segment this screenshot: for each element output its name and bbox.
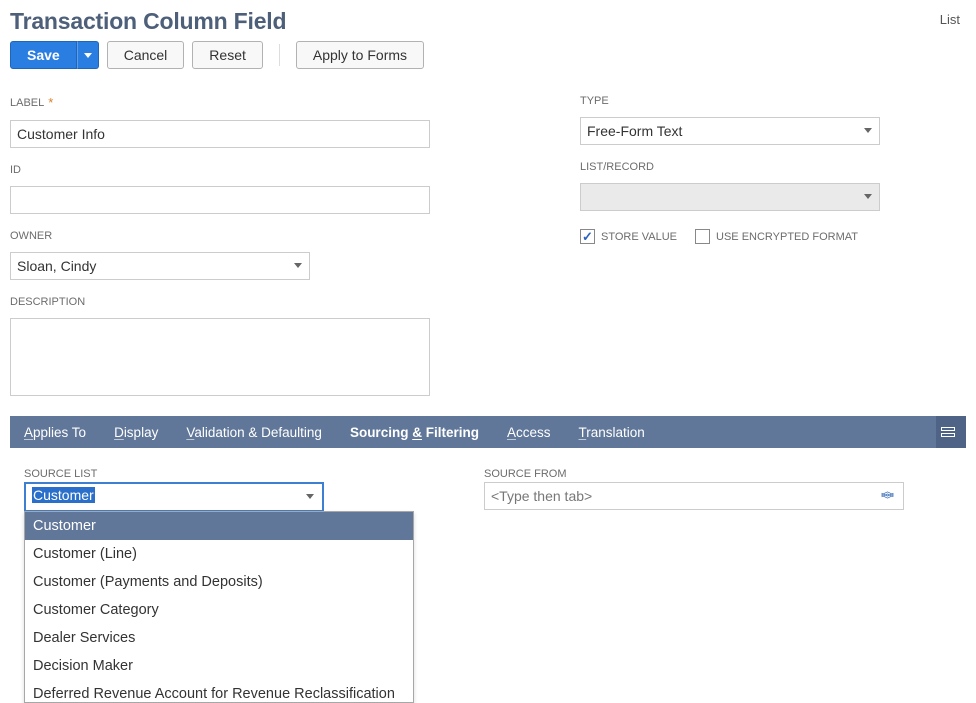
type-field-label: TYPE [580, 95, 966, 107]
dropdown-option[interactable]: Customer [25, 512, 413, 540]
tab-validation[interactable]: Validation & Defaulting [172, 416, 336, 448]
toolbar-separator [279, 44, 280, 66]
use-encrypted-label: USE ENCRYPTED FORMAT [716, 231, 858, 243]
id-field-label: ID [10, 164, 450, 176]
description-textarea[interactable] [10, 318, 430, 396]
chevron-down-icon [84, 53, 92, 58]
listrecord-field-label: LIST/RECORD [580, 161, 966, 173]
tab-bar: Applies To Display Validation & Defaulti… [10, 416, 966, 448]
tab-access[interactable]: Access [493, 416, 565, 448]
source-list-label: SOURCE LIST [24, 468, 424, 480]
list-link[interactable]: List [940, 12, 960, 27]
dropdown-option[interactable]: Customer (Payments and Deposits) [25, 568, 413, 596]
type-select[interactable]: Free-Form Text [580, 117, 880, 145]
tab-translation[interactable]: Translation [564, 416, 658, 448]
tab-applies-to[interactable]: Applies To [10, 416, 100, 448]
source-list-dropdown-scroll[interactable]: Customer Customer (Line) Customer (Payme… [25, 512, 413, 702]
source-list-dropdown: Customer Customer (Line) Customer (Payme… [24, 511, 414, 703]
reset-button[interactable]: Reset [192, 41, 263, 69]
dropdown-option[interactable]: Deferred Revenue Account for Revenue Rec… [25, 680, 413, 702]
owner-select[interactable]: Sloan, Cindy [10, 252, 310, 280]
tab-sourcing-filtering[interactable]: Sourcing & Filtering [336, 416, 493, 448]
save-button[interactable]: Save [10, 41, 77, 69]
dropdown-option[interactable]: Dealer Services [25, 624, 413, 652]
dropdown-option[interactable]: Decision Maker [25, 652, 413, 680]
tab-layout-toggle[interactable] [936, 416, 966, 448]
dropdown-option[interactable]: Customer (Line) [25, 540, 413, 568]
required-star-icon: * [48, 95, 53, 110]
page-title: Transaction Column Field [10, 8, 286, 35]
owner-field-label: OWNER [10, 230, 450, 242]
toolbar: Save Cancel Reset Apply to Forms [10, 41, 966, 69]
description-field-label: DESCRIPTION [10, 296, 450, 308]
tab-display[interactable]: Display [100, 416, 172, 448]
save-dropdown-arrow[interactable] [77, 41, 99, 69]
store-value-label: STORE VALUE [601, 231, 677, 243]
sourcing-subform: SOURCE LIST Customer Customer Customer (… [10, 448, 966, 532]
source-list-combo[interactable]: Customer Customer Customer (Line) Custom… [24, 482, 324, 512]
label-field-label: LABEL* [10, 95, 450, 110]
stack-icon [941, 427, 955, 437]
use-encrypted-checkbox[interactable] [695, 229, 710, 244]
label-input[interactable] [10, 120, 430, 148]
id-input[interactable] [10, 186, 430, 214]
dropdown-option[interactable]: Customer Category [25, 596, 413, 624]
apply-to-forms-button[interactable]: Apply to Forms [296, 41, 424, 69]
source-from-label: SOURCE FROM [484, 468, 952, 480]
source-from-combo[interactable]: <Type then tab> ︽︾ [484, 482, 904, 510]
listrecord-select [580, 183, 880, 211]
cancel-button[interactable]: Cancel [107, 41, 185, 69]
store-value-checkbox[interactable] [580, 229, 595, 244]
